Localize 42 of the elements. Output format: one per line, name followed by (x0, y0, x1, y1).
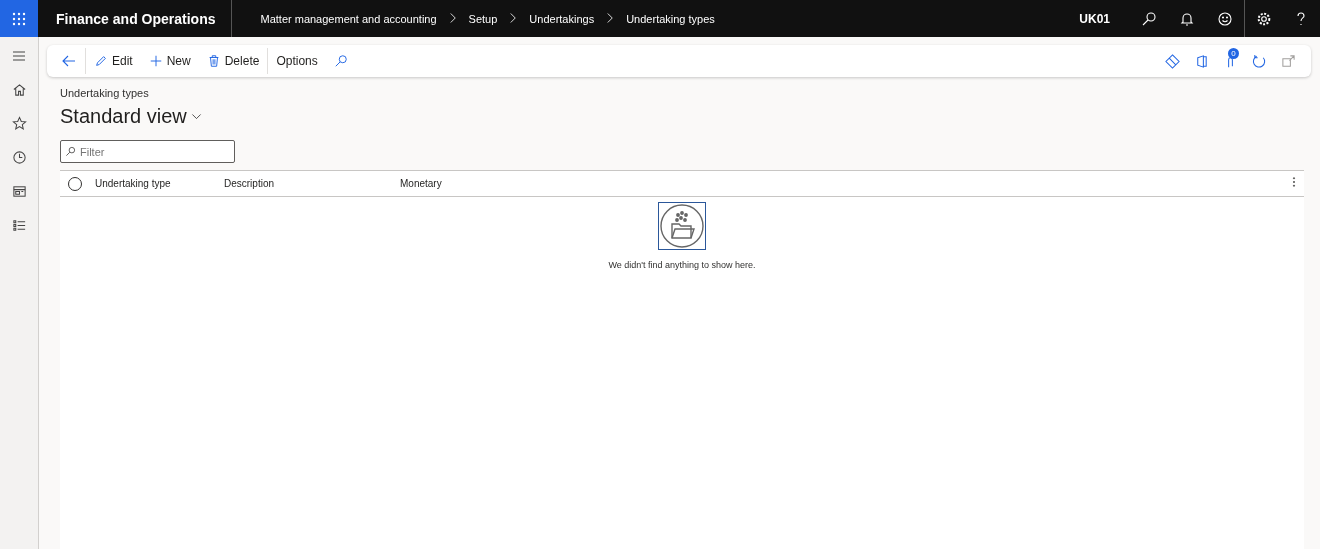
back-arrow-icon (61, 53, 77, 69)
star-icon (11, 116, 27, 131)
delete-button[interactable]: Delete (198, 48, 268, 74)
app-grid-icon (12, 11, 26, 26)
clock-icon (11, 150, 27, 165)
attachments-button[interactable]: 0 (1216, 48, 1245, 74)
search-icon (65, 146, 76, 157)
options-tab[interactable]: Options (268, 48, 326, 74)
breadcrumb-link[interactable]: Matter management and accounting (260, 12, 437, 25)
list-icon (11, 218, 27, 233)
home-icon (11, 82, 27, 97)
diamond-icon (1165, 53, 1180, 69)
breadcrumb-link[interactable]: Setup (468, 12, 498, 25)
gear-icon (1255, 10, 1272, 27)
chevron-down-icon (190, 111, 202, 122)
app-title: Finance and Operations (38, 0, 233, 37)
select-all-radio[interactable] (68, 176, 82, 191)
filter-field[interactable]: Filter (60, 140, 235, 163)
smiley-icon (1217, 10, 1233, 27)
refresh-icon (1252, 53, 1267, 69)
empty-folder-icon (658, 202, 706, 250)
app-launcher-button[interactable] (0, 0, 38, 37)
page-caption: Undertaking types (60, 87, 150, 99)
office-icon (1194, 53, 1209, 69)
empty-message: We didn't find anything to show here. (608, 260, 756, 270)
search-icon (333, 54, 348, 68)
company-picker[interactable]: UK01 (1079, 11, 1110, 26)
workspace-icon (11, 184, 27, 199)
bell-icon (1179, 10, 1195, 27)
plus-icon (148, 54, 163, 68)
breadcrumb-link[interactable]: Undertakings (529, 12, 595, 25)
count-badge: 0 (1228, 48, 1239, 59)
pop-out-icon (1281, 53, 1296, 69)
view-selector[interactable]: Standard view (60, 105, 202, 128)
pencil-icon (94, 54, 108, 68)
breadcrumb-link[interactable]: Undertaking types (626, 12, 715, 25)
edit-button[interactable]: Edit (86, 48, 141, 74)
column-header[interactable]: Description (224, 178, 400, 189)
column-header[interactable]: Undertaking type (95, 178, 224, 189)
new-button[interactable]: New (140, 48, 199, 74)
column-header[interactable]: Monetary (400, 178, 442, 189)
search-icon (1141, 10, 1157, 27)
